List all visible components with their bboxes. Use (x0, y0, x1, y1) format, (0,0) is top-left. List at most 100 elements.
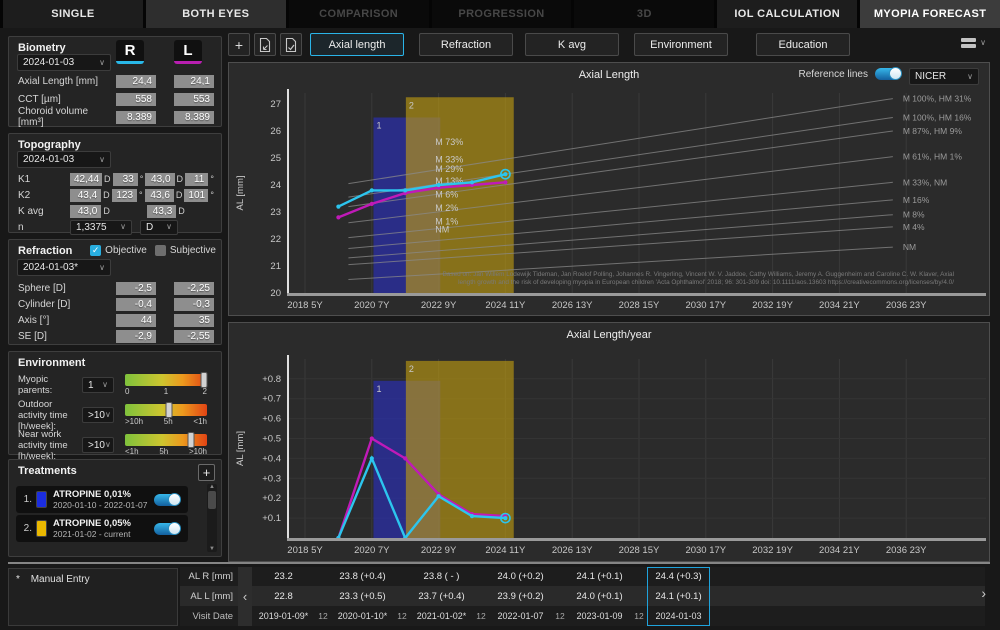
nav-tab-3d: 3D (574, 0, 714, 28)
manual-entry-star: * (16, 574, 20, 585)
axial-length-chart-panel: Axial Length Reference lines NICER ∨ 12M… (228, 62, 990, 316)
visit-column[interactable]: 23.8 ( - )23.7 (+0.4)2021-01-02* (410, 567, 473, 626)
nav-tab-both-eyes[interactable]: BOTH EYES (146, 0, 286, 28)
axial-length-per-year-chart[interactable]: 12+0.1+0.2+0.3+0.4+0.5+0.6+0.7+0.82018 5… (229, 323, 989, 561)
visit-table-row-labels: AL R [mm] AL L [mm] Visit Date (180, 567, 238, 626)
choroid-left-value: 8.389 (174, 111, 214, 124)
axial-length-chart[interactable]: 12M 100%, HM 31%M 100%, HM 16%M 87%, HM … (229, 63, 989, 315)
horizontal-scrollbar[interactable] (8, 562, 990, 564)
visit-column[interactable]: 23.8 (+0.4)23.3 (+0.5)2020-01-10* (331, 567, 394, 626)
report-export-button[interactable] (254, 33, 276, 56)
topography-panel: Topography 2024-01-03 ∨ K1 42,44D 33° 43… (8, 133, 222, 233)
svg-text:AL [mm]: AL [mm] (235, 431, 246, 466)
al-r-value: 23.8 (+0.4) (331, 567, 394, 586)
nav-tab-iol-calculation[interactable]: IOL CALCULATION (717, 0, 857, 28)
visit-gap: 12 (473, 567, 489, 626)
cylinder-left-value: -0,3 (174, 298, 214, 311)
treatment-item: 1. ATROPINE 0,01% 2020-01-10 - 2022-01-0… (16, 486, 188, 513)
svg-text:20: 20 (270, 288, 281, 299)
visit-column[interactable]: 24.4 (+0.3)24.1 (+0.1)2024-01-03 (647, 567, 710, 626)
refraction-date-select[interactable]: 2024-01-03* ∨ (17, 259, 111, 276)
treatments-scrollbar[interactable]: ▲ ▼ (207, 484, 217, 552)
visit-table: AL R [mm] AL L [mm] Visit Date ‹ 23.222.… (180, 567, 985, 626)
svg-text:25: 25 (270, 153, 281, 164)
k2-left-power: 43,6 (145, 189, 174, 202)
svg-text:M 2%: M 2% (435, 203, 458, 213)
near-work-select[interactable]: >10 ∨ (82, 437, 114, 453)
visit-column[interactable]: 23.222.82019-01-09* (252, 567, 315, 626)
biometry-panel: Biometry 2024-01-03 ∨ R L Axial Length [… (8, 36, 222, 127)
visit-column[interactable]: 24.0 (+0.2)23.9 (+0.2)2022-01-07 (489, 567, 552, 626)
svg-text:+0.3: +0.3 (262, 473, 281, 484)
near-work-slider[interactable]: <1h 5h >10h (125, 434, 207, 456)
myopic-parents-slider[interactable]: 0 1 2 (125, 374, 207, 396)
nav-tab-progression: PROGRESSION (432, 0, 572, 28)
tab-refraction[interactable]: Refraction (419, 33, 513, 56)
al-l-value: 23.9 (+0.2) (489, 586, 552, 606)
tab-k-avg[interactable]: K avg (525, 33, 619, 56)
refraction-title: Refraction (18, 245, 72, 257)
visit-date: 2022-01-07 (489, 606, 552, 626)
svg-text:+0.4: +0.4 (262, 453, 281, 464)
months-between-visits (710, 606, 726, 626)
visit-column[interactable]: 24.1 (+0.1)24.0 (+0.1)2023-01-09 (568, 567, 631, 626)
biometry-date-select[interactable]: 2024-01-03 ∨ (17, 54, 111, 71)
tab-axial-length[interactable]: Axial length (310, 33, 404, 56)
check-icon: ✓ (92, 245, 100, 256)
environment-title: Environment (18, 357, 85, 369)
subjective-checkbox[interactable] (155, 245, 166, 256)
slider-handle[interactable] (166, 402, 173, 418)
outdoor-activity-select[interactable]: >10 ∨ (82, 407, 114, 423)
treatment-number: 2. (16, 523, 32, 534)
k1-left-axis: 11 (185, 173, 208, 186)
k1-label: K1 (18, 174, 70, 185)
treatment-toggle[interactable] (154, 523, 180, 535)
svg-text:2034 21Y: 2034 21Y (819, 300, 860, 311)
outdoor-activity-slider[interactable]: >10h 5h <1h (125, 404, 207, 426)
objective-checkbox[interactable]: ✓ (90, 245, 101, 256)
environment-panel: Environment Myopic parents: 1 ∨ 0 1 2 Ou… (8, 351, 222, 455)
svg-text:2036 23Y: 2036 23Y (886, 300, 927, 311)
slider-handle[interactable] (200, 372, 207, 388)
next-visits-button[interactable]: › (981, 585, 986, 601)
kavg-left-value: 43,3 (147, 205, 176, 218)
add-treatment-button[interactable]: + (198, 464, 215, 481)
n-index-select[interactable]: 1,3375 ∨ (70, 220, 132, 235)
myopic-parents-select[interactable]: 1 ∨ (82, 377, 114, 393)
slider-handle[interactable] (187, 432, 194, 448)
reference-lines-control: Reference lines (799, 68, 901, 80)
al-l-value: 23.7 (+0.4) (410, 586, 473, 606)
svg-text:+0.5: +0.5 (262, 434, 281, 445)
nav-tab-single[interactable]: SINGLE (3, 0, 143, 28)
scrollbar-thumb[interactable] (208, 491, 216, 509)
report-edit-button[interactable] (280, 33, 302, 56)
biometry-row-label: CCT [µm] (18, 94, 116, 105)
svg-text:2030 17Y: 2030 17Y (685, 300, 726, 311)
tab-environment[interactable]: Environment (634, 33, 728, 56)
cylinder-right-value: -0,4 (116, 298, 156, 311)
menu-icon (961, 36, 976, 50)
al-r-value: 24.4 (+0.3) (647, 567, 710, 586)
previous-visits-button[interactable]: ‹ (238, 567, 252, 626)
svg-text:+0.1: +0.1 (262, 513, 281, 524)
treatments-panel: Treatments + 1. ATROPINE 0,01% 2020-01-1… (8, 459, 222, 557)
svg-text:2032 19Y: 2032 19Y (752, 545, 793, 556)
n-unit-select[interactable]: D ∨ (140, 220, 178, 235)
scroll-up-icon[interactable]: ▲ (209, 484, 215, 490)
tab-education[interactable]: Education (756, 33, 850, 56)
scroll-down-icon[interactable]: ▼ (209, 546, 215, 552)
left-eye-button[interactable]: L (174, 40, 202, 64)
svg-text:2018 5Y: 2018 5Y (287, 545, 323, 556)
al-r-value: 23.8 ( - ) (410, 567, 473, 586)
treatment-period: 2020-01-10 - 2022-01-07 (53, 500, 154, 510)
treatment-color-swatch (36, 520, 47, 537)
biometry-row-label: Choroid volume [mm³] (18, 106, 116, 128)
treatment-toggle[interactable] (154, 494, 180, 506)
right-eye-button[interactable]: R (116, 40, 144, 64)
topography-date-select[interactable]: 2024-01-03 ∨ (17, 151, 111, 168)
k1-right-axis: 33 (113, 173, 138, 186)
add-chart-button[interactable]: + (228, 33, 250, 56)
reference-lines-toggle[interactable] (875, 68, 901, 80)
chart-menu-button[interactable]: ∨ (961, 36, 986, 50)
nav-tab-myopia-forecast[interactable]: MYOPIA FORECAST (860, 0, 1000, 28)
